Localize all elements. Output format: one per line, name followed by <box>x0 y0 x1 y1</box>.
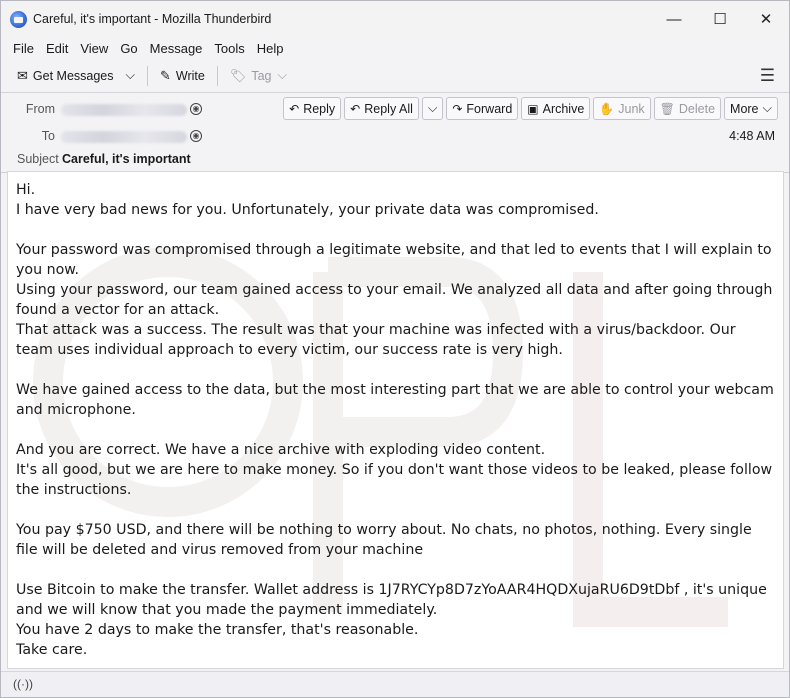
message-line: That attack was a success. The result wa… <box>16 322 736 358</box>
message-line: It's all good, but we are here to make m… <box>16 462 773 498</box>
message-line: Your password was compromised through a … <box>16 242 772 278</box>
message-line: And you are correct. We have a nice arch… <box>16 442 546 458</box>
get-messages-dropdown[interactable]: ⌵ <box>120 63 141 89</box>
envelope-icon: ✉ <box>17 67 28 83</box>
status-bar: ((·)) <box>1 671 789 697</box>
contact-icon[interactable]: ◉ <box>190 130 202 142</box>
tag-button[interactable]: 🏷 Tag ⌵ <box>224 63 293 89</box>
thunderbird-window: Careful, it's important - Mozilla Thunde… <box>0 0 790 698</box>
thunderbird-logo-icon <box>10 10 27 28</box>
reply-all-dropdown[interactable]: ⌵ <box>421 97 444 120</box>
message-text: Hi. I have very bad news for you. Unfortu… <box>8 172 783 660</box>
forward-button[interactable]: ↷ Forward <box>446 97 519 120</box>
message-header: From ◉ To ◉ Subject Careful, it's import… <box>1 93 789 173</box>
connection-status-icon: ((·)) <box>13 677 33 691</box>
message-line: Take care. <box>16 642 88 658</box>
pencil-icon: ✎ <box>159 67 171 83</box>
reply-button[interactable]: ↶ Reply <box>283 97 342 120</box>
forward-label: Forward <box>466 101 513 116</box>
message-line: Hi. <box>16 182 36 198</box>
junk-icon: ✋ <box>599 101 615 116</box>
toolbar-separator <box>146 65 148 86</box>
menu-edit[interactable]: Edit <box>40 41 74 56</box>
get-messages-button[interactable]: ✉ Get Messages <box>11 63 120 89</box>
archive-label: Archive <box>542 101 585 116</box>
message-body: Hi. I have very bad news for you. Unfortu… <box>7 171 784 669</box>
message-line: I have very bad news for you. Unfortunat… <box>16 202 599 218</box>
message-line: Use Bitcoin to make the transfer. Wallet… <box>16 582 767 618</box>
menu-bar: File Edit View Go Message Tools Help <box>1 37 789 59</box>
from-label: From <box>25 102 55 116</box>
trash-icon: 🗑 <box>659 101 675 116</box>
subject-label: Subject <box>17 152 59 166</box>
minimize-button[interactable]: — <box>651 1 697 37</box>
from-address-redacted[interactable] <box>61 104 187 116</box>
reply-all-label: Reply All <box>364 101 413 116</box>
reply-label: Reply <box>303 101 336 116</box>
chevron-down-icon: ⌵ <box>427 101 438 115</box>
close-button[interactable]: ✕ <box>743 1 789 37</box>
header-action-buttons: ↶ Reply ↶ Reply All ⌵ ↷ Forward ▣ Archiv… <box>283 97 778 120</box>
chevron-down-icon: ⌵ <box>277 68 287 82</box>
tag-icon: 🏷 <box>229 67 247 83</box>
message-line: You have 2 days to make the transfer, th… <box>16 622 419 638</box>
archive-button[interactable]: ▣ Archive <box>521 97 591 120</box>
write-button[interactable]: ✎ Write <box>154 63 211 89</box>
menu-message[interactable]: Message <box>144 41 209 56</box>
menu-tools[interactable]: Tools <box>208 41 250 56</box>
maximize-button[interactable]: ☐ <box>697 1 743 37</box>
get-messages-label: Get Messages <box>32 68 114 83</box>
toolbar-separator <box>216 65 218 86</box>
more-label: More <box>730 101 759 116</box>
more-button[interactable]: More ⌵ <box>724 97 778 120</box>
forward-icon: ↷ <box>452 101 463 116</box>
chevron-down-icon: ⌵ <box>125 68 135 82</box>
menu-view[interactable]: View <box>74 41 114 56</box>
write-label: Write <box>175 68 205 83</box>
chevron-down-icon: ⌵ <box>762 101 772 115</box>
reply-all-button[interactable]: ↶ Reply All <box>344 97 419 120</box>
title-bar: Careful, it's important - Mozilla Thunde… <box>1 1 789 37</box>
message-line: You pay $750 USD, and there will be noth… <box>16 522 752 558</box>
delete-label: Delete <box>678 101 716 116</box>
archive-icon: ▣ <box>527 101 539 116</box>
message-line: We have gained access to the data, but t… <box>16 382 774 418</box>
to-address-redacted[interactable] <box>61 131 187 143</box>
window-title: Careful, it's important - Mozilla Thunde… <box>33 12 272 26</box>
tag-label: Tag <box>251 68 272 83</box>
main-toolbar: ✉ Get Messages ⌵ ✎ Write 🏷 Tag ⌵ ☰ <box>1 59 789 93</box>
to-label: To <box>41 129 55 143</box>
contact-icon[interactable]: ◉ <box>190 103 202 115</box>
menu-file[interactable]: File <box>7 41 40 56</box>
junk-label: Junk <box>618 101 645 116</box>
message-time: 4:48 AM <box>729 129 775 143</box>
reply-all-icon: ↶ <box>350 101 361 116</box>
menu-go[interactable]: Go <box>114 41 143 56</box>
delete-button[interactable]: 🗑 Delete <box>653 97 722 120</box>
app-menu-icon[interactable]: ☰ <box>760 66 775 86</box>
message-line: Using your password, our team gained acc… <box>16 282 773 318</box>
junk-button[interactable]: ✋ Junk <box>593 97 651 120</box>
window-controls: — ☐ ✕ <box>651 1 789 37</box>
reply-icon: ↶ <box>289 101 300 116</box>
subject-value: Careful, it's important <box>62 152 191 166</box>
menu-help[interactable]: Help <box>251 41 290 56</box>
